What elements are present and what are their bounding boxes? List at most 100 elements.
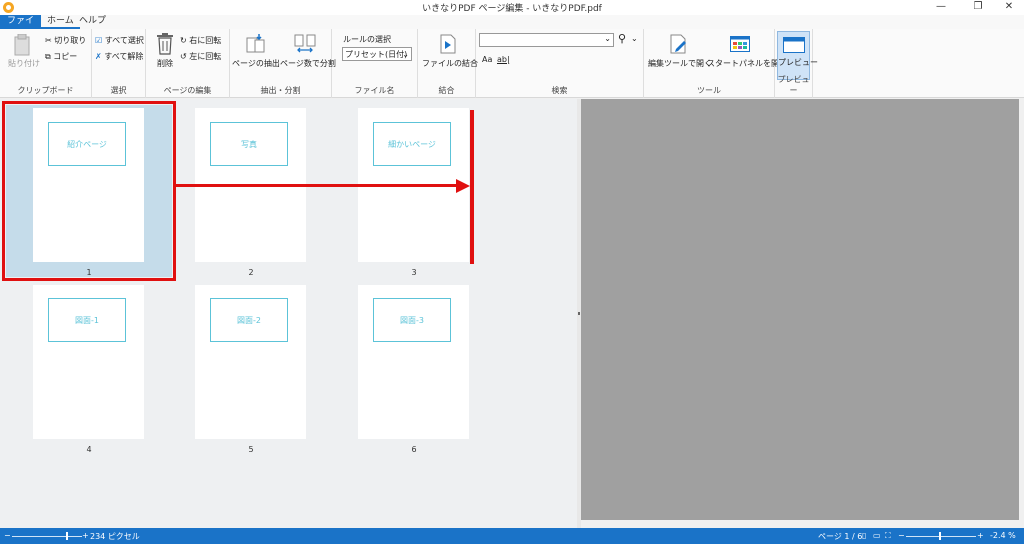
cut-label: 切り取り: [54, 36, 87, 45]
open-editor-label: 編集ツールで開く: [648, 59, 712, 68]
page-number-4: 4: [86, 445, 92, 454]
extract-pages-button[interactable]: ページの抽出: [232, 34, 280, 70]
copy-label: コピー: [53, 52, 78, 61]
open-start-panel-button[interactable]: スタートパネルを開く: [707, 34, 787, 70]
group-label-page-edit: ページの編集: [163, 86, 212, 95]
minimize-button[interactable]: —: [926, 0, 956, 15]
ribbon-group-page-edit: 削除 ↻ 右に回転 ↺ 左に回転 ページの編集: [146, 29, 230, 98]
ribbon-group-extract: ページの抽出 ページ数で分割 抽出・分割: [230, 29, 336, 98]
rule-select-value: プリセット(日付): [345, 50, 408, 59]
close-button[interactable]: ✕: [994, 0, 1024, 15]
preview-toggle-button[interactable]: プレビュー: [777, 31, 818, 80]
page-content-box-3: 細かいページ: [373, 122, 451, 166]
rule-select-dropdown[interactable]: プリセット(日付) ⌄: [342, 47, 412, 61]
group-label-filename: ファイル名: [354, 86, 395, 95]
maximize-button[interactable]: ❐: [963, 0, 993, 15]
tab-file[interactable]: ファイル: [0, 15, 41, 39]
delete-label: 削除: [157, 59, 173, 68]
rotate-right-button[interactable]: ↻ 右に回転: [180, 35, 221, 46]
rotate-left-label: 左に回転: [189, 52, 222, 61]
search-options-chevron-icon[interactable]: ⌄: [631, 34, 638, 43]
rule-select-title: ルールの選択: [343, 35, 391, 44]
group-label-merge: 結合: [438, 86, 455, 95]
edit-tool-icon: [670, 34, 686, 54]
app-window: いきなりPDF ページ編集 - いきなりPDF.pdf — ❐ ✕ ファイル ホ…: [0, 0, 1024, 544]
cut-button[interactable]: ✂ 切り取り: [45, 35, 86, 46]
ribbon-group-clipboard: 貼り付け ✂ 切り取り ⧉ コピー クリップボード: [0, 29, 92, 98]
thumb-size-minus-button[interactable]: −: [4, 531, 11, 540]
select-all-button[interactable]: ☑ すべて選択: [95, 35, 144, 46]
page-number-3: 3: [411, 268, 417, 277]
deselect-all-label: すべて解除: [104, 52, 144, 61]
annotation-arrow-shaft: [176, 184, 458, 187]
open-start-panel-label: スタートパネルを開く: [707, 59, 787, 68]
group-label-search: 検索: [551, 86, 568, 95]
deselect-all-button[interactable]: ✗ すべて解除: [95, 51, 143, 62]
tab-help[interactable]: ヘルプ: [73, 15, 112, 29]
extract-pages-icon: [246, 34, 265, 53]
whole-word-button[interactable]: ab|: [497, 55, 510, 64]
split-pages-button[interactable]: ページ数で分割: [280, 34, 336, 70]
page-indicator: ページ 1 / 6: [818, 532, 863, 541]
ribbon-group-search: ⌄ ⚲ ⌄ Aa ab| 検索: [476, 29, 644, 98]
title-bar: いきなりPDF ページ編集 - いきなりPDF.pdf — ❐ ✕: [0, 0, 1024, 15]
page-number-2: 2: [248, 268, 254, 277]
page-number-5: 5: [248, 445, 254, 454]
page-content-box-2: 写真: [210, 122, 288, 166]
thumb-size-slider[interactable]: [12, 536, 82, 537]
zoom-plus-button[interactable]: +: [977, 531, 984, 540]
preview-pane[interactable]: [581, 99, 1019, 520]
group-label-tools: ツール: [697, 86, 721, 95]
fit-width-icon[interactable]: ▭: [873, 531, 881, 540]
page-content-box-5: 図面-2: [210, 298, 288, 342]
thumb-size-value: 234 ピクセル: [90, 532, 140, 541]
zoom-slider[interactable]: [906, 536, 976, 537]
rotate-right-label: 右に回転: [189, 36, 222, 45]
merge-files-icon: [440, 34, 456, 54]
search-dropdown-chevron-icon[interactable]: ⌄: [604, 34, 611, 43]
group-label-clipboard: クリップボード: [17, 86, 74, 95]
trash-icon: [157, 33, 173, 55]
split-pages-label: ページ数で分割: [280, 59, 336, 68]
delete-button[interactable]: 削除: [153, 33, 177, 69]
rotate-left-icon: ↺: [180, 52, 187, 61]
menu-bar: ファイル ホーム ヘルプ: [0, 15, 1024, 39]
annotation-arrow-head-icon: [456, 179, 470, 193]
merge-files-button[interactable]: ファイルの結合: [422, 34, 478, 70]
splitter-grip-icon: [578, 312, 580, 315]
fit-page-icon[interactable]: ▯: [862, 531, 866, 540]
preview-vertical-scrollbar[interactable]: [1019, 99, 1024, 528]
thumb-size-plus-button[interactable]: +: [82, 531, 89, 540]
merge-files-label: ファイルの結合: [422, 59, 478, 68]
ribbon: 貼り付け ✂ 切り取り ⧉ コピー クリップボード ☑ すべて選択 ✗ すべて解…: [0, 29, 1024, 98]
search-icon[interactable]: ⚲: [618, 32, 626, 45]
ribbon-group-select: ☑ すべて選択 ✗ すべて解除 選択: [92, 29, 146, 98]
search-input[interactable]: ⌄: [479, 33, 614, 47]
page-content-box-6: 図面-3: [373, 298, 451, 342]
annotation-insertion-line: [470, 110, 474, 264]
rotate-right-icon: ↻: [180, 36, 187, 45]
paste-button[interactable]: 貼り付け: [8, 34, 40, 68]
select-all-icon: ☑: [95, 36, 103, 45]
preview-icon: [783, 37, 805, 53]
ribbon-group-merge: ファイルの結合 結合: [418, 29, 478, 98]
zoom-slider-handle[interactable]: [939, 532, 941, 540]
ribbon-group-preview: プレビュー プレビュー: [775, 29, 818, 98]
rotate-left-button[interactable]: ↺ 左に回転: [180, 51, 221, 62]
window-title: いきなりPDF ページ編集 - いきなりPDF.pdf: [422, 4, 602, 14]
chevron-down-icon: ⌄: [402, 50, 409, 59]
thumb-size-slider-handle[interactable]: [66, 532, 68, 540]
annotation-highlight-box: [2, 101, 176, 281]
select-all-label: すべて選択: [104, 36, 144, 45]
preview-horizontal-scrollbar[interactable]: [581, 520, 1019, 528]
zoom-minus-button[interactable]: −: [898, 531, 905, 540]
group-label-extract: 抽出・分割: [260, 86, 301, 95]
paste-label: 貼り付け: [8, 59, 40, 68]
open-editor-button[interactable]: 編集ツールで開く: [648, 34, 712, 70]
copy-icon: ⧉: [45, 52, 51, 61]
fullscreen-icon[interactable]: ⛶: [885, 531, 891, 541]
preview-toggle-label: プレビュー: [778, 58, 818, 67]
extract-pages-label: ページの抽出: [232, 59, 280, 68]
match-case-button[interactable]: Aa: [482, 55, 492, 64]
copy-button[interactable]: ⧉ コピー: [45, 51, 77, 62]
